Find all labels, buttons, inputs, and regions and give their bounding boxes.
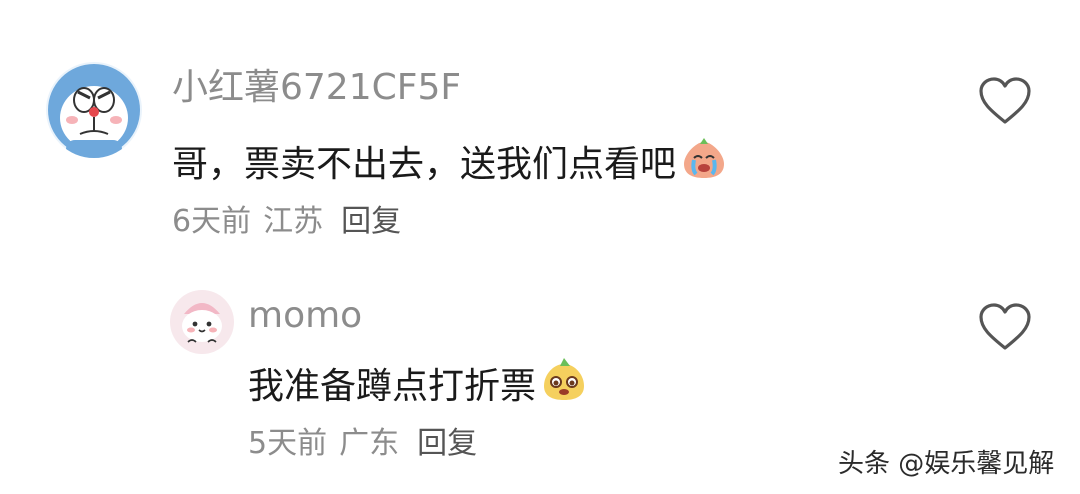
username[interactable]: momo: [248, 292, 362, 340]
comment-time: 5天前: [248, 426, 328, 461]
username[interactable]: 小红薯6721CF5F: [172, 64, 461, 112]
heart-outline-icon: [979, 303, 1031, 350]
like-button[interactable]: [978, 302, 1032, 352]
comment-text: 哥，票卖不出去，送我们点看吧: [172, 143, 677, 185]
comment-meta: 5天前 广东 回复: [248, 422, 477, 466]
comment-time: 6天前: [172, 204, 252, 239]
comment-location: 江苏: [263, 204, 324, 239]
comment-location: 广东: [339, 426, 400, 461]
doraemon-avatar-icon: [48, 64, 140, 158]
comment-text-row: 我准备蹲点打折票: [248, 356, 588, 417]
comment-meta: 6天前 江苏 回复: [172, 200, 401, 244]
reply-button[interactable]: 回复: [417, 422, 477, 466]
comment-text-row: 哥，票卖不出去，送我们点看吧: [172, 134, 728, 195]
comment-item: 小红薯6721CF5F 哥，票卖不出去，送我们点看吧 6天前 江苏 回复: [0, 0, 1080, 260]
avatar[interactable]: [170, 290, 234, 354]
heart-outline-icon: [979, 77, 1031, 124]
watermark-text: 头条 @娱乐馨见解: [838, 449, 1055, 479]
crying-face-icon: [680, 134, 728, 195]
like-button[interactable]: [978, 76, 1032, 126]
comment-text: 我准备蹲点打折票: [248, 365, 537, 407]
smug-face-icon: [540, 356, 588, 417]
avatar[interactable]: [46, 62, 142, 158]
cute-pink-avatar-icon: [171, 291, 233, 353]
reply-button[interactable]: 回复: [341, 200, 401, 244]
